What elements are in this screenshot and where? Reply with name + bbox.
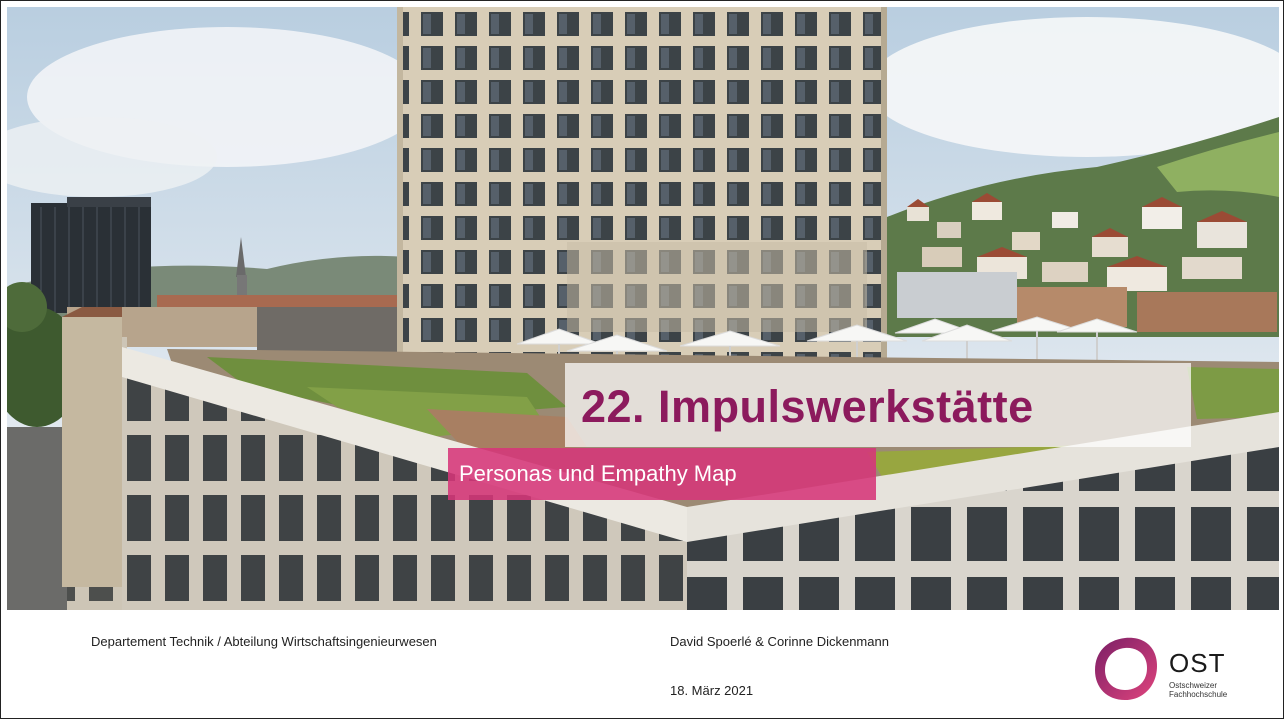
logo-subtitle-line1: Ostschweizer <box>1169 681 1218 690</box>
logo-name: OST <box>1169 648 1226 678</box>
logo-subtitle: Ostschweizer Fachhochschule <box>1169 681 1227 699</box>
footer-department: Departement Technik / Abteilung Wirtscha… <box>91 634 437 649</box>
ost-logo-mark-icon <box>1095 637 1157 700</box>
building-rooftop-photo <box>7 7 1279 610</box>
logo-subtitle-line2: Fachhochschule <box>1169 690 1228 699</box>
ost-logo: OST Ostschweizer Fachhochschule <box>1087 632 1271 712</box>
slide-title: 22. Impulswerkstätte <box>581 381 1034 432</box>
footer-date: 18. März 2021 <box>670 683 754 698</box>
footer-authors: David Spoerlé & Corinne Dickenmann <box>670 634 889 649</box>
slide-subtitle: Personas und Empathy Map <box>459 461 737 486</box>
slide: 22. Impulswerkstätte Personas und Empath… <box>0 0 1284 719</box>
